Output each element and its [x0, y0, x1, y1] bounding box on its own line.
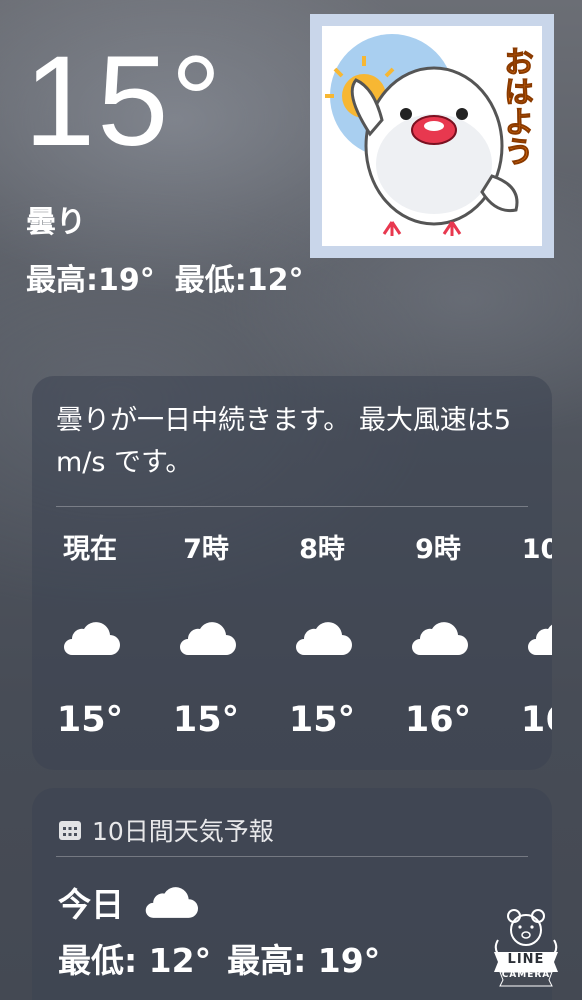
watermark-camera: CAMERA — [501, 970, 551, 980]
high-low-temps: 最高:19° 最低:12° — [26, 266, 304, 296]
cloud-icon — [296, 622, 352, 655]
hour-item: 7時 15° — [156, 536, 256, 738]
cloud-icon — [180, 622, 236, 655]
hour-item: 現在 15° — [40, 536, 140, 738]
cloud-icon — [145, 887, 198, 918]
calendar-icon — [59, 821, 81, 840]
hour-label: 9時 — [415, 534, 461, 565]
forecast-day: 今日 — [58, 885, 124, 924]
cloud-icon — [64, 622, 120, 655]
forecast-today-row[interactable]: 今日 — [58, 878, 198, 926]
forecast-summary: 曇りが一日中続きます。 最大風速は5 m/s です。 — [56, 405, 512, 478]
hour-temp: 15° — [56, 700, 124, 740]
current-condition: 曇り — [26, 205, 86, 240]
hour-label: 7時 — [183, 534, 229, 565]
watermark-line: LINE — [507, 952, 545, 967]
forecast-header: 10日間天気予報 — [58, 812, 274, 848]
greeting-sticker: おはよう — [310, 14, 554, 258]
low-temp: 最低:12° — [174, 263, 304, 298]
forecast-header-label: 10日間天気予報 — [92, 817, 274, 846]
cloud-icon — [412, 622, 468, 655]
hourly-forecast-card[interactable]: 曇りが一日中続きます。 最大風速は5 m/s です。 現在 15° 7時 15°… — [32, 376, 552, 770]
forecast-low: 最低: 12° — [58, 941, 212, 980]
ten-day-forecast-card[interactable]: 10日間天気予報 今日 最低: 12° 最高: 19° — [32, 788, 552, 1000]
hour-temp: 15° — [172, 700, 240, 740]
hour-label: 10時 — [521, 534, 552, 565]
hour-temp: 15° — [288, 700, 356, 740]
current-temperature: 15° — [24, 30, 224, 173]
high-temp: 最高:19° — [26, 263, 155, 298]
hour-temp: 16° — [520, 700, 552, 740]
hour-item: 8時 15° — [272, 536, 372, 738]
line-camera-watermark: LINE CAMERA — [486, 900, 566, 988]
hour-label: 8時 — [299, 534, 345, 565]
cloud-icon — [528, 624, 552, 655]
sticker-text: おはよう — [498, 46, 534, 167]
hour-item: 10時 16° — [504, 536, 552, 738]
hour-label: 現在 — [63, 534, 117, 565]
forecast-high: 最高: 19° — [227, 941, 381, 980]
forecast-today-temps: 最低: 12° 最高: 19° — [58, 934, 380, 982]
divider — [56, 506, 528, 507]
hour-item: 9時 16° — [388, 536, 488, 738]
divider — [56, 856, 528, 857]
hour-temp: 16° — [404, 700, 472, 740]
